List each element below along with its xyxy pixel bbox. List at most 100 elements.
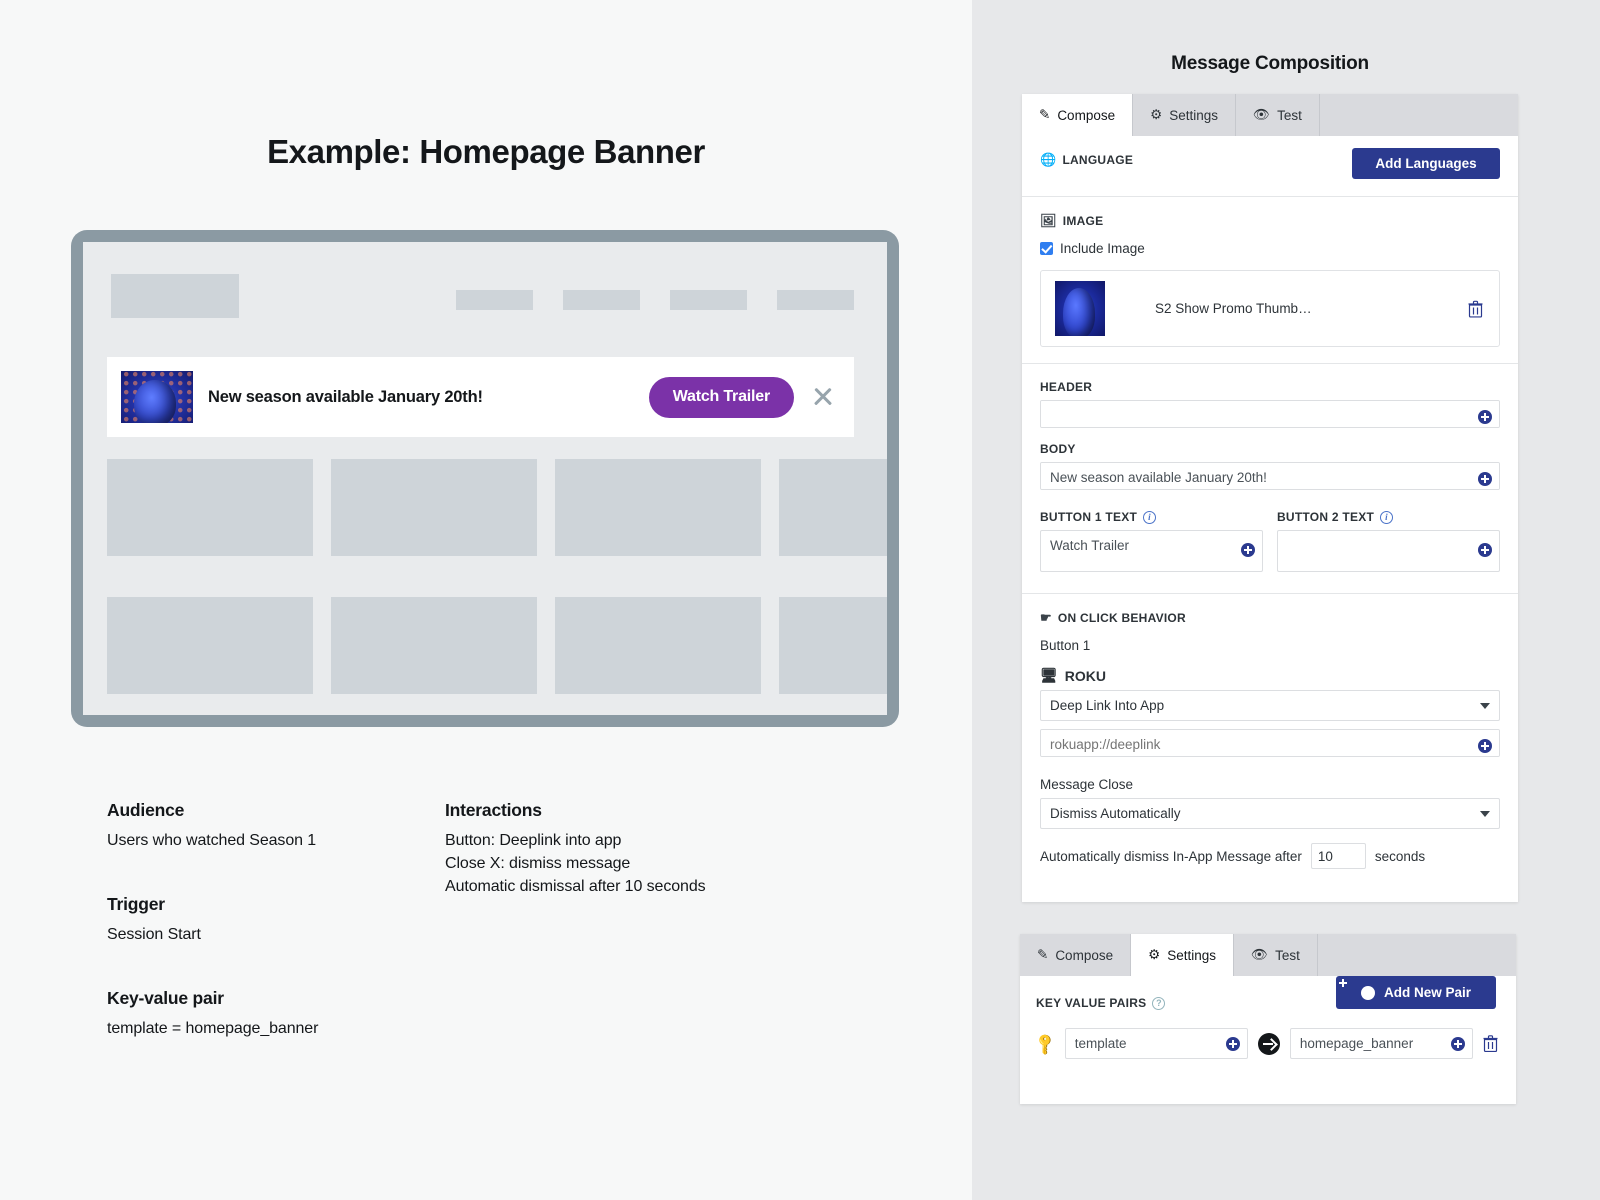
kvp-value-add-liquid-icon[interactable] [1451, 1036, 1465, 1051]
page-title: Example: Homepage Banner [267, 133, 705, 170]
button1-input[interactable] [1040, 530, 1263, 572]
device-screen: New season available January 20th! Watch… [83, 242, 887, 715]
key-value-pairs-section: KEY VALUE PAIRS ? Add New Pair 🔑 [1020, 976, 1516, 1059]
tab-label: Compose [1057, 107, 1116, 123]
dismiss-seconds-input[interactable] [1310, 843, 1366, 869]
image-label: IMAGE [1062, 214, 1104, 228]
text-fields-section: HEADER BODY BUTTON 1 TEXT i [1022, 364, 1518, 594]
button1-add-liquid-icon[interactable] [1241, 543, 1255, 557]
close-x-icon[interactable] [810, 384, 836, 410]
nav-item-placeholder [777, 290, 854, 310]
watch-trailer-button[interactable]: Watch Trailer [648, 376, 794, 418]
message-close-value: Dismiss Automatically [1050, 806, 1181, 821]
eye-icon: 👁 [1250, 947, 1269, 962]
image-thumbnail [1055, 281, 1105, 336]
platform-label: ROKU [1064, 667, 1107, 684]
tab-compose[interactable]: ✎ Compose [1020, 934, 1132, 976]
content-tile-placeholder [331, 459, 537, 556]
button2-add-liquid-icon[interactable] [1478, 543, 1492, 557]
include-image-label: Include Image [1060, 241, 1145, 256]
header-add-liquid-icon[interactable] [1478, 409, 1492, 424]
include-image-row[interactable]: Include Image [1040, 241, 1500, 256]
include-image-checkbox[interactable] [1040, 242, 1053, 255]
chevron-down-icon [1480, 810, 1490, 817]
button1-field: BUTTON 1 TEXT i [1040, 510, 1263, 577]
interactions-heading: Interactions [445, 800, 542, 820]
on-click-action-value: Deep Link Into App [1050, 698, 1165, 713]
key-value-row: 🔑 [1033, 1028, 1498, 1059]
message-composition-pane: Message Composition ✎ Compose ⚙ Settings… [972, 0, 1600, 1200]
button1-text-label: BUTTON 1 TEXT [1040, 510, 1138, 524]
compose-tabbar: ✎ Compose ⚙ Settings 👁 Test [1022, 94, 1518, 136]
image-label-row: 🖼 IMAGE [1040, 213, 1500, 229]
pencil-icon: ✎ [1037, 947, 1049, 962]
arrow-right-icon [1257, 1032, 1280, 1055]
info-icon[interactable]: i [1143, 510, 1157, 524]
tab-label: Test [1277, 107, 1302, 123]
button2-field: BUTTON 2 TEXT i [1277, 510, 1500, 577]
details-column-left: Audience Users who watched Season 1 Trig… [107, 800, 437, 1038]
tab-compose[interactable]: ✎ Compose [1022, 94, 1134, 136]
in-app-banner: New season available January 20th! Watch… [107, 357, 854, 437]
button2-label-row: BUTTON 2 TEXT i [1277, 510, 1500, 524]
body-add-liquid-icon[interactable] [1478, 471, 1492, 486]
image-icon: 🖼 [1040, 213, 1057, 228]
info-icon[interactable]: i [1380, 510, 1394, 524]
add-languages-button[interactable]: Add Languages [1352, 148, 1500, 179]
tabbar-filler [1318, 934, 1516, 976]
delete-pair-icon[interactable] [1483, 1035, 1498, 1052]
details-column-right: Interactions Button: Deeplink into app C… [445, 800, 845, 896]
image-section: 🖼 IMAGE Include Image S2 Show Promo Thum… [1022, 197, 1518, 364]
tabbar-filler [1320, 94, 1518, 136]
deeplink-input[interactable] [1040, 729, 1500, 757]
kvp-value-input[interactable] [1289, 1028, 1473, 1059]
tab-settings[interactable]: ⚙ Settings [1131, 934, 1234, 976]
help-icon[interactable]: ? [1152, 996, 1166, 1010]
kvp-key-input[interactable] [1064, 1028, 1248, 1059]
tab-label: Compose [1055, 947, 1114, 963]
add-new-pair-button[interactable]: Add New Pair [1336, 976, 1496, 1009]
body-input[interactable] [1040, 462, 1500, 490]
kvp-label: KEY VALUE PAIRS [1036, 996, 1147, 1010]
body-field-label: BODY [1040, 442, 1076, 456]
plus-icon [1360, 985, 1375, 1000]
content-tile-placeholder [779, 459, 887, 556]
language-section: 🌐 LANGUAGE Add Languages [1022, 136, 1518, 197]
gear-icon: ⚙ [1148, 947, 1161, 962]
nav-item-placeholder [563, 290, 640, 310]
kvp-key-add-liquid-icon[interactable] [1225, 1036, 1240, 1051]
image-filename: S2 Show Promo Thumb… [1155, 301, 1312, 316]
nav-item-placeholder [456, 290, 533, 310]
tab-settings[interactable]: ⚙ Settings [1133, 94, 1236, 136]
message-close-select[interactable]: Dismiss Automatically [1040, 798, 1500, 829]
globe-icon: 🌐 [1040, 152, 1057, 167]
message-close-label: Message Close [1040, 777, 1134, 792]
content-tile-placeholder [107, 597, 313, 694]
trigger-value: Session Start [107, 926, 201, 943]
header-input[interactable] [1040, 400, 1500, 428]
kvp-key-wrap [1064, 1028, 1248, 1059]
content-tile-placeholder [779, 597, 887, 694]
banner-thumbnail-image [121, 371, 193, 423]
content-tile-placeholder [555, 459, 761, 556]
on-click-action-select[interactable]: Deep Link Into App [1040, 690, 1500, 721]
button-text-fields: BUTTON 1 TEXT i BUTTON 2 TEXT i [1040, 510, 1500, 577]
tab-test[interactable]: 👁 Test [1236, 94, 1320, 136]
button-scope-label: Button 1 [1040, 638, 1091, 653]
header-field-label: HEADER [1040, 380, 1093, 394]
device-mockup-frame: New season available January 20th! Watch… [71, 230, 899, 727]
cursor-click-icon: ☛ [1040, 610, 1052, 625]
selected-image-row: S2 Show Promo Thumb… [1040, 270, 1500, 347]
kvp-value: template = homepage_banner [107, 1020, 319, 1037]
dismiss-suffix-label: seconds [1374, 848, 1426, 864]
deeplink-add-liquid-icon[interactable] [1478, 738, 1492, 753]
nav-item-placeholder [670, 290, 747, 310]
tab-label: Test [1275, 947, 1300, 963]
kvp-heading: Key-value pair [107, 988, 224, 1008]
tab-test[interactable]: 👁 Test [1234, 934, 1318, 976]
button2-input[interactable] [1277, 530, 1500, 572]
delete-image-icon[interactable] [1468, 300, 1483, 317]
audience-heading: Audience [107, 800, 185, 820]
on-click-label-row: ☛ ON CLICK BEHAVIOR [1040, 610, 1500, 626]
settings-card: ✎ Compose ⚙ Settings 👁 Test KEY VALUE PA… [1020, 934, 1516, 1104]
